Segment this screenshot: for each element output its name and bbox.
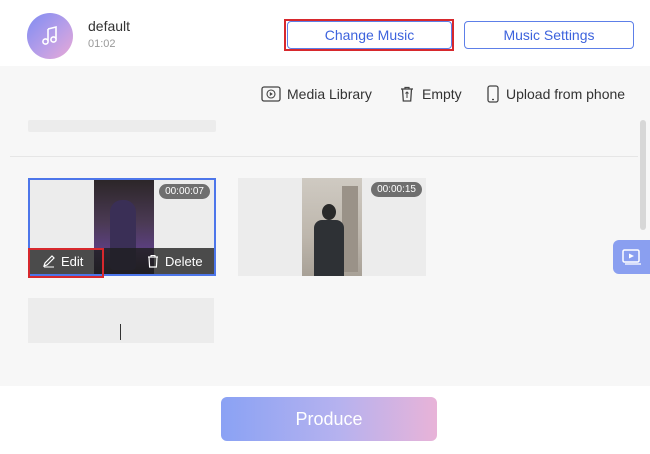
door-shape: [342, 186, 358, 272]
media-library-label: Media Library: [287, 86, 372, 102]
video-library-icon: [261, 86, 281, 102]
text-cursor: [120, 324, 121, 340]
trash-icon: [401, 86, 413, 102]
clip-duration-badge: 00:00:15: [371, 182, 422, 197]
upload-label: Upload from phone: [506, 86, 626, 102]
video-clip-1[interactable]: 00:00:07 Edit Delete: [28, 178, 216, 276]
delete-clip-button[interactable]: Delete: [146, 248, 203, 274]
media-library-button[interactable]: Media Library: [261, 84, 372, 104]
music-settings-button[interactable]: Music Settings: [464, 21, 634, 49]
divider: [10, 156, 640, 157]
music-note-icon: [42, 25, 57, 45]
pencil-icon: [43, 255, 55, 268]
music-title: default: [88, 18, 131, 34]
change-music-button[interactable]: Change Music: [287, 21, 452, 49]
produce-button[interactable]: Produce: [221, 397, 437, 441]
edit-label: Edit: [61, 253, 84, 269]
upload-from-phone-button[interactable]: Upload from phone: [486, 84, 625, 104]
video-preview-icon: [621, 249, 641, 265]
clip-action-bar: Edit Delete: [30, 248, 214, 274]
person-head: [322, 204, 336, 220]
empty-button[interactable]: Empty: [398, 84, 462, 104]
video-clip-2[interactable]: 00:00:15: [238, 178, 426, 276]
delete-label: Delete: [165, 253, 203, 269]
music-duration: 01:02: [88, 38, 116, 50]
placeholder-strip: [28, 120, 216, 132]
edit-clip-button[interactable]: Edit: [42, 248, 83, 274]
phone-icon: [487, 85, 499, 103]
clip-thumbnail: [302, 178, 362, 276]
scrollbar-thumb[interactable]: [640, 120, 646, 230]
trash-icon: [148, 255, 158, 268]
person-body: [314, 220, 344, 276]
music-cover: [27, 13, 73, 59]
empty-label: Empty: [422, 86, 462, 102]
floating-preview-button[interactable]: [613, 240, 650, 274]
clip-duration-badge: 00:00:07: [159, 184, 210, 199]
empty-clip-slot[interactable]: [28, 298, 214, 343]
